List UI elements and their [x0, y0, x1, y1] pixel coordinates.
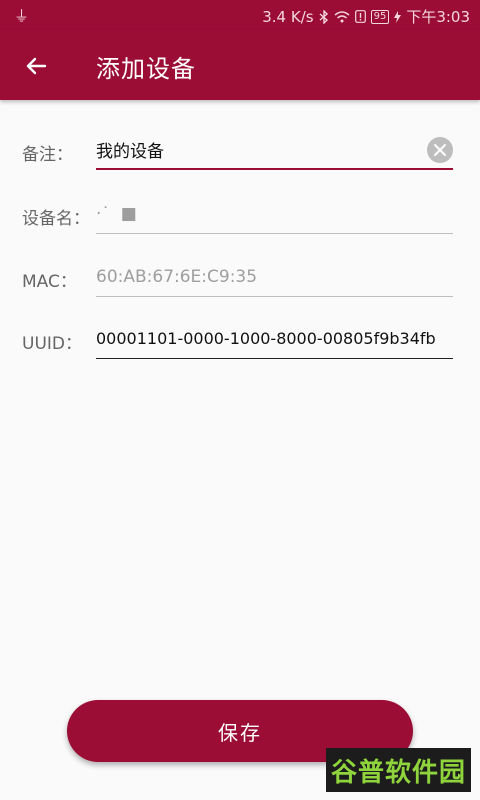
status-right: 3.4 K/s 95 下午3:03 — [262, 6, 470, 27]
watermark-logo: 谷普软件园 — [326, 748, 471, 792]
clock: 下午3:03 — [406, 8, 470, 26]
network-speed: 3.4 K/s — [262, 7, 314, 26]
remark-label: 备注： — [22, 145, 73, 165]
bluetooth-icon — [319, 9, 329, 24]
arrow-left-icon — [26, 57, 47, 75]
back-button[interactable] — [18, 48, 54, 84]
uuid-input[interactable] — [96, 319, 453, 359]
remark-row: 备注： — [0, 130, 480, 190]
battery-icon: 95 — [370, 9, 390, 24]
close-icon — [434, 144, 446, 156]
charging-icon — [394, 10, 402, 23]
mac-label: MAC： — [22, 272, 77, 292]
device-name-label: 设备名： — [22, 209, 90, 229]
uuid-label: UUID： — [22, 334, 82, 354]
alert-icon — [354, 10, 366, 23]
mac-input[interactable] — [96, 257, 453, 297]
clear-remark-button[interactable] — [427, 137, 453, 163]
remark-input[interactable] — [96, 130, 453, 170]
mac-row: MAC： — [0, 255, 480, 315]
device-name-input[interactable] — [96, 194, 453, 234]
usb-icon: ⏚ — [14, 7, 30, 25]
status-bar: ⏚ 3.4 K/s 95 下午3:03 — [0, 0, 480, 30]
page-title: 添加设备 — [96, 55, 196, 83]
uuid-row: UUID： — [0, 317, 480, 377]
app-bar: 添加设备 — [0, 30, 480, 100]
device-name-row: 设备名： — [0, 192, 480, 252]
wifi-icon — [334, 10, 350, 23]
